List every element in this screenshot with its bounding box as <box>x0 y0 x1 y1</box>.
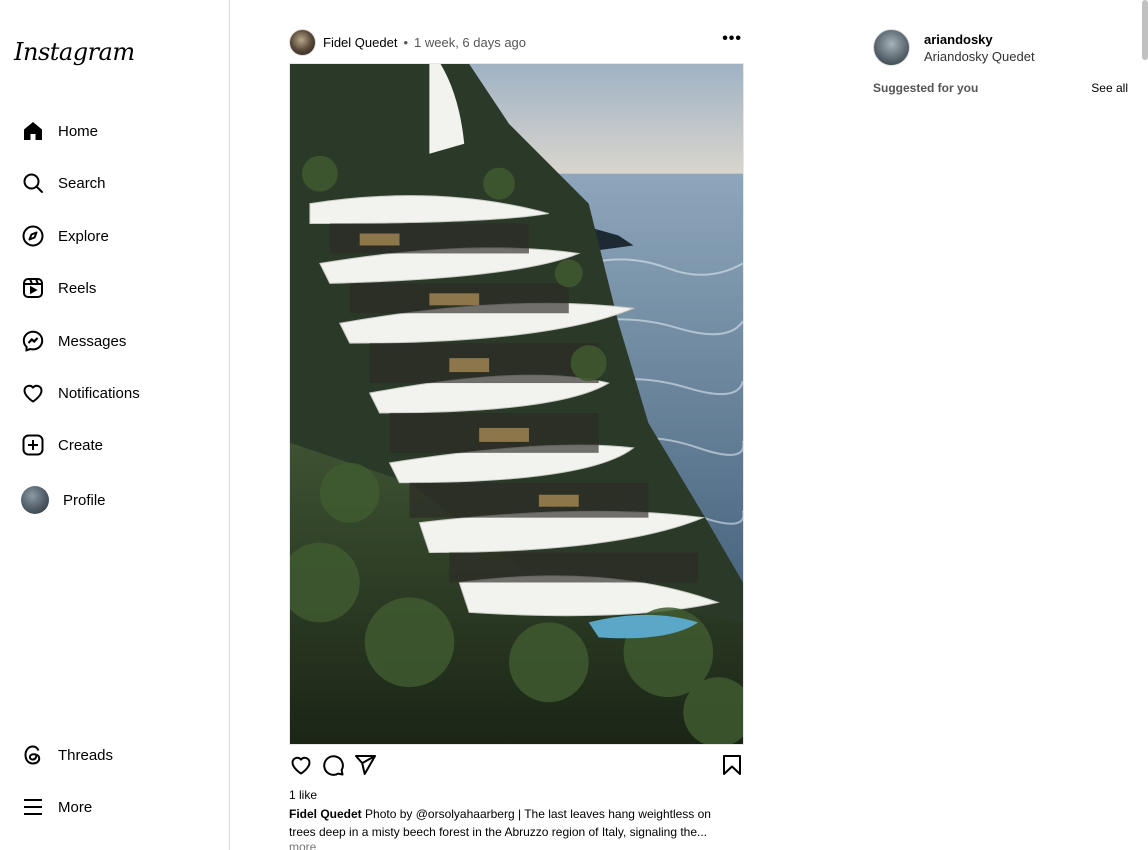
sidebar-item-search[interactable]: Search <box>20 168 106 198</box>
post-header: Fidel Quedet • 1 week, 6 days ago ••• <box>289 28 744 56</box>
sidebar-item-create[interactable]: Create <box>20 430 103 460</box>
search-icon <box>20 170 46 196</box>
comment-icon[interactable] <box>321 753 345 777</box>
avatar[interactable] <box>873 29 910 66</box>
sidebar-item-label: Messages <box>58 332 127 350</box>
heart-icon <box>20 380 46 406</box>
sidebar-item-more[interactable]: More <box>20 792 92 822</box>
sidebar-item-label: Profile <box>63 491 106 509</box>
compass-icon <box>20 223 46 249</box>
sidebar: Instagram Home Search Explore Reels Mess… <box>0 0 230 850</box>
reels-icon <box>20 275 46 301</box>
sidebar-item-label: Reels <box>58 279 97 297</box>
sidebar-item-reels[interactable]: Reels <box>20 273 96 303</box>
sidebar-item-home[interactable]: Home <box>20 116 98 146</box>
separator-dot: • <box>403 34 408 50</box>
caption-author[interactable]: Fidel Quedet <box>289 807 362 821</box>
post-actions <box>289 753 744 779</box>
sidebar-item-label: Search <box>58 174 106 192</box>
see-all-link[interactable]: See all <box>1091 81 1128 95</box>
messenger-icon <box>20 328 46 354</box>
sidebar-item-label: Explore <box>58 227 109 245</box>
post-timestamp[interactable]: 1 week, 6 days ago <box>414 35 526 50</box>
suggestions-title: Suggested for you <box>873 81 979 95</box>
sidebar-item-notifications[interactable]: Notifications <box>20 378 140 408</box>
current-username[interactable]: ariandosky <box>924 32 1035 47</box>
current-user: ariandosky Ariandosky Quedet <box>873 29 1035 66</box>
sidebar-item-messages[interactable]: Messages <box>20 326 126 356</box>
post-image[interactable] <box>289 63 744 745</box>
avatar <box>21 486 49 514</box>
post-author-name[interactable]: Fidel Quedet <box>323 35 397 50</box>
home-icon <box>20 118 46 144</box>
more-options-icon[interactable]: ••• <box>722 30 742 48</box>
like-count[interactable]: 1 like <box>289 788 317 802</box>
sidebar-item-label: Home <box>58 122 99 140</box>
sidebar-item-threads[interactable]: Threads <box>20 740 113 770</box>
sidebar-item-profile[interactable]: Profile <box>20 485 106 515</box>
sidebar-item-label: Threads <box>58 746 114 764</box>
caption-more-link[interactable]: more <box>289 840 316 850</box>
plus-square-icon <box>20 432 46 458</box>
share-send-icon[interactable] <box>353 753 377 777</box>
current-full-name: Ariandosky Quedet <box>924 48 1035 64</box>
sidebar-item-label: Create <box>58 436 104 454</box>
post-caption: Fidel Quedet Photo by @orsolyahaarberg |… <box>289 805 739 841</box>
feed-post: Fidel Quedet • 1 week, 6 days ago ••• 1 … <box>289 28 744 850</box>
bookmark-icon[interactable] <box>720 753 744 777</box>
threads-icon <box>20 742 46 768</box>
hamburger-icon <box>20 794 46 820</box>
sidebar-item-label: Notifications <box>58 384 140 402</box>
sidebar-item-explore[interactable]: Explore <box>20 221 109 251</box>
post-author-avatar[interactable] <box>289 28 316 56</box>
like-heart-icon[interactable] <box>289 753 313 777</box>
instagram-logo[interactable]: Instagram <box>14 38 135 66</box>
suggestions-header: Suggested for you See all <box>873 81 1128 95</box>
scrollbar[interactable] <box>1142 0 1148 60</box>
sidebar-item-label: More <box>58 798 93 816</box>
